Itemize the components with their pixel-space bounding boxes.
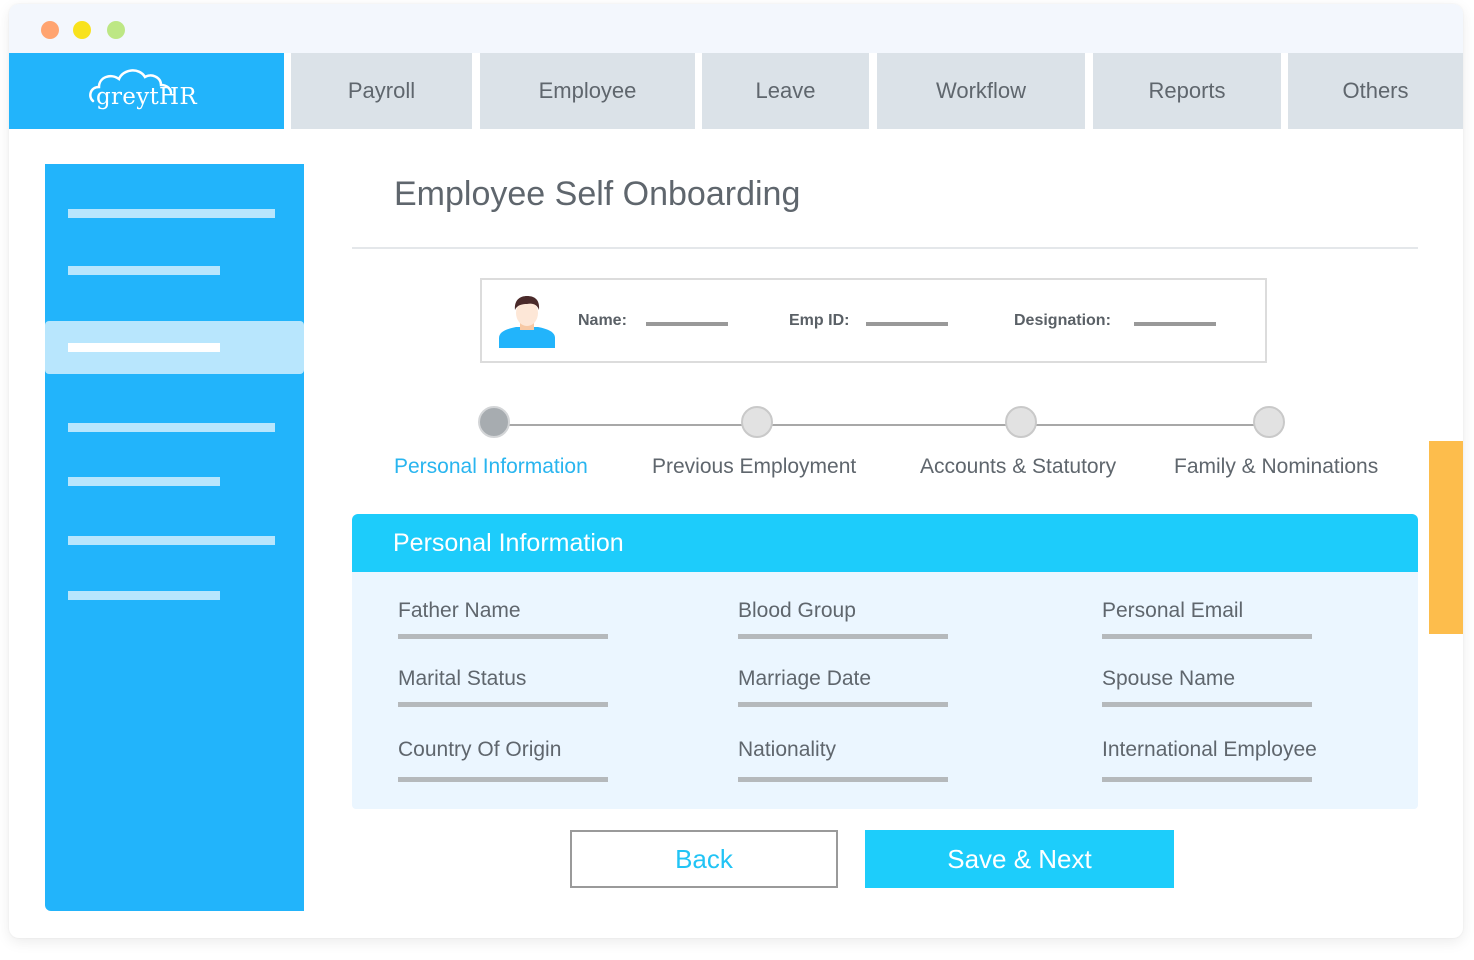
step-label-personal-information[interactable]: Personal Information [394, 455, 588, 479]
spouse-name-label: Spouse Name [1102, 667, 1236, 690]
emp-id-label: Emp ID: [789, 312, 850, 329]
sidebar-item-4[interactable] [68, 423, 275, 432]
designation-label: Designation: [1014, 312, 1111, 329]
designation-value-placeholder [1134, 322, 1216, 326]
step-label-family-nominations[interactable]: Family & Nominations [1174, 455, 1378, 479]
title-divider [352, 247, 1418, 249]
page-title: Employee Self Onboarding [394, 175, 801, 213]
marital-status-label: Marital Status [398, 667, 527, 690]
stepper-track [509, 424, 1269, 426]
step-dot-accounts-statutory[interactable] [1005, 406, 1037, 438]
nationality-label: Nationality [738, 738, 837, 761]
step-label-previous-employment[interactable]: Previous Employment [652, 455, 856, 479]
marital-status-input[interactable] [398, 702, 608, 707]
back-button[interactable]: Back [570, 830, 838, 888]
close-window-button[interactable] [41, 21, 59, 39]
panel-header: Personal Information [352, 514, 1418, 572]
step-label-accounts-statutory[interactable]: Accounts & Statutory [920, 455, 1116, 479]
employee-summary-card: Name: Emp ID: Designation: [480, 278, 1267, 363]
sidebar-item-7[interactable] [68, 591, 220, 600]
name-label: Name: [578, 312, 627, 329]
sidebar-item-6[interactable] [68, 536, 275, 545]
nav-tab-others[interactable]: Others [1288, 53, 1463, 129]
sidebar-item-3-label [68, 343, 220, 352]
brand-logo[interactable]: greytHR [9, 53, 284, 129]
nav-tab-reports[interactable]: Reports [1093, 53, 1281, 129]
sidebar-item-5[interactable] [68, 477, 220, 486]
nationality-input[interactable] [738, 777, 948, 782]
panel-body: Father Name Blood Group Personal Email M… [352, 572, 1418, 809]
marriage-date-input[interactable] [738, 702, 948, 707]
step-dot-personal-information[interactable] [478, 406, 510, 438]
international-employee-input[interactable] [1102, 777, 1312, 782]
title-bar [9, 4, 1463, 53]
save-next-button[interactable]: Save & Next [865, 830, 1174, 888]
country-of-origin-input[interactable] [398, 777, 608, 782]
scrollbar-thumb[interactable] [1429, 441, 1463, 634]
marriage-date-label: Marriage Date [738, 667, 872, 690]
sidebar-item-1[interactable] [68, 209, 275, 218]
personal-email-label: Personal Email [1102, 599, 1244, 622]
nav-tab-workflow[interactable]: Workflow [877, 53, 1085, 129]
app-window: greytHR Payroll Employee Leave Workflow … [9, 4, 1463, 938]
nav-tab-label: Reports [1148, 78, 1226, 103]
international-employee-label: International Employee [1102, 738, 1317, 761]
father-name-input[interactable] [398, 634, 608, 639]
sidebar [45, 164, 304, 911]
personal-information-panel: Personal Information Father Name Blood G… [352, 514, 1418, 809]
nav-tab-label: Payroll [347, 78, 416, 103]
step-dot-family-nominations[interactable] [1253, 406, 1285, 438]
panel-title: Personal Information [393, 529, 624, 557]
nav-tab-label: Leave [755, 78, 816, 103]
spouse-name-input[interactable] [1102, 702, 1312, 707]
sidebar-item-3-active[interactable] [45, 321, 304, 374]
nav-tab-payroll[interactable]: Payroll [291, 53, 472, 129]
user-avatar-icon [499, 296, 555, 348]
minimize-window-button[interactable] [73, 21, 91, 39]
step-dot-previous-employment[interactable] [741, 406, 773, 438]
country-of-origin-label: Country Of Origin [398, 738, 562, 761]
nav-tab-label: Workflow [935, 78, 1027, 103]
blood-group-input[interactable] [738, 634, 948, 639]
top-navigation: greytHR Payroll Employee Leave Workflow … [9, 53, 1463, 129]
nav-tab-label: Others [1342, 78, 1409, 103]
emp-id-value-placeholder [866, 322, 948, 326]
sidebar-item-2[interactable] [68, 266, 220, 275]
blood-group-label: Blood Group [738, 599, 856, 622]
logo-text: greytHR [95, 84, 198, 110]
nav-tab-employee[interactable]: Employee [480, 53, 695, 129]
personal-email-input[interactable] [1102, 634, 1312, 639]
father-name-label: Father Name [398, 599, 521, 622]
maximize-window-button[interactable] [107, 21, 125, 39]
nav-tab-label: Employee [538, 78, 637, 103]
nav-tab-leave[interactable]: Leave [702, 53, 869, 129]
name-value-placeholder [646, 322, 728, 326]
